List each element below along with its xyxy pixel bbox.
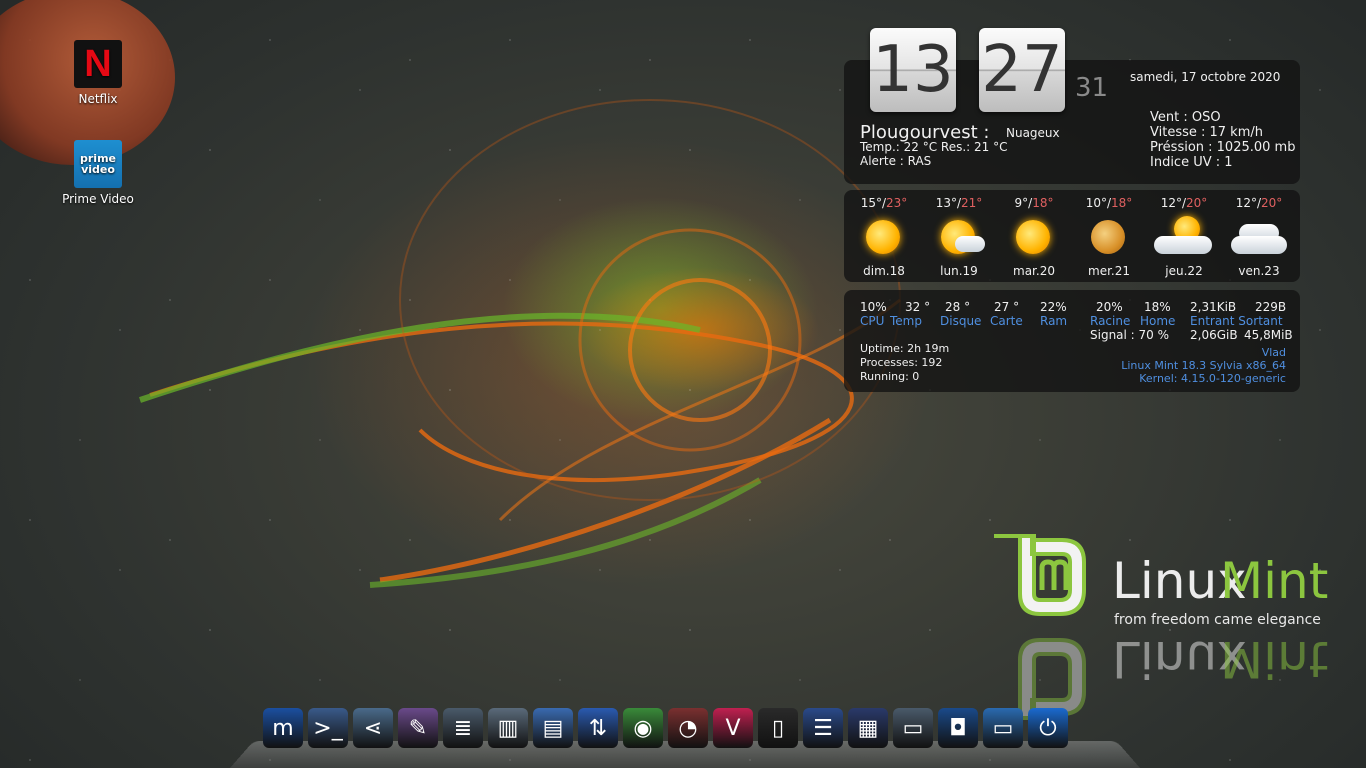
desktop-icon-label: Prime Video <box>62 192 134 206</box>
processes-label: Processes: 192 <box>860 356 943 369</box>
forecast-day: 12°/20° ven.23 <box>1224 196 1294 278</box>
net-in-value: 2,31KiB <box>1190 300 1237 314</box>
root-label: Racine <box>1090 314 1131 328</box>
ram-label: Ram <box>1040 314 1068 328</box>
forecast-day: 13°/21° lun.19 <box>924 196 994 278</box>
condition-label: Nuageux <box>1006 126 1060 140</box>
cloudy-icon <box>1229 214 1289 260</box>
user-label: Vlad <box>1261 346 1286 359</box>
home-value: 18% <box>1144 300 1171 314</box>
network-icon[interactable]: ⇅ <box>578 708 618 748</box>
clock-seconds: 31 <box>1075 73 1109 103</box>
wind-speed-label: Vitesse : 17 km/h <box>1150 125 1263 140</box>
net-label: Entrant Sortant <box>1190 314 1283 328</box>
desktop-icon-netflix[interactable]: N Netflix <box>58 40 138 106</box>
forecast-day: 9°/18° mar.20 <box>999 196 1069 278</box>
forecast-day: 12°/20° jeu.22 <box>1149 196 1219 278</box>
partly-cloudy-icon <box>1154 214 1214 260</box>
brand-tagline: from freedom came elegance <box>1114 612 1321 628</box>
power-icon[interactable]: ⏻ <box>1028 708 1068 748</box>
net-out-value: 229B <box>1255 300 1287 314</box>
system-panel: 10% CPU 32 ° Temp 28 ° Disque 27 ° Carte… <box>844 290 1300 392</box>
clock-hours: 13 <box>870 28 956 112</box>
uptime-label: Uptime: 2h 19m <box>860 342 950 355</box>
hazy-sun-icon <box>1079 214 1139 260</box>
disk-label: Disque <box>940 314 982 328</box>
vivaldi-icon[interactable]: V <box>713 708 753 748</box>
desktop-icon-label: Netflix <box>78 92 118 106</box>
display-icon[interactable]: ▭ <box>983 708 1023 748</box>
sunny-icon <box>1004 214 1064 260</box>
ram-value: 22% <box>1040 300 1067 314</box>
signal-label: Signal : 70 % <box>1090 328 1170 342</box>
files-icon[interactable]: ▥ <box>488 708 528 748</box>
home-label: Home <box>1140 314 1176 328</box>
phone-icon[interactable]: ▯ <box>758 708 798 748</box>
clock-minutes: 27 <box>979 28 1065 112</box>
wind-label: Vent : OSO <box>1150 110 1221 125</box>
server-icon[interactable]: ≣ <box>443 708 483 748</box>
uv-index-label: Indice UV : 1 <box>1150 155 1233 170</box>
share-icon[interactable]: ⋖ <box>353 708 393 748</box>
sunny-icon <box>854 214 914 260</box>
mint-menu-icon[interactable]: m <box>263 708 303 748</box>
forecast-panel: 15°/23° dim.18 13°/21° lun.19 9°/18° mar… <box>844 190 1300 282</box>
disk-value: 28 ° <box>945 300 971 314</box>
prime-video-icon: prime video <box>74 140 122 188</box>
linux-mint-logo-icon <box>994 534 1086 616</box>
distro-label: Linux Mint 18.3 Sylvia x86_64 <box>1121 359 1286 372</box>
root-value: 20% <box>1096 300 1123 314</box>
brand-mint: Mint <box>1220 552 1329 610</box>
kernel-label: Kernel: 4.15.0-120-generic <box>1139 372 1286 385</box>
forecast-day: 15°/23° dim.18 <box>849 196 919 278</box>
cpu-label: CPU <box>860 314 885 328</box>
temp-label: Temp <box>890 314 922 328</box>
chrome-icon[interactable]: ◉ <box>623 708 663 748</box>
running-label: Running: 0 <box>860 370 920 383</box>
camera-icon[interactable]: ◘ <box>938 708 978 748</box>
netflix-icon: N <box>74 40 122 88</box>
app-icon[interactable]: ◔ <box>668 708 708 748</box>
net-total-out: 45,8MiB <box>1244 328 1293 342</box>
temperature-label: Temp.: 22 °C Res.: 21 °C <box>860 140 1008 154</box>
text-editor-icon[interactable]: ✎ <box>398 708 438 748</box>
temp-value: 32 ° <box>905 300 931 314</box>
cpu-value: 10% <box>860 300 887 314</box>
disk-utility-icon[interactable]: ▤ <box>533 708 573 748</box>
card-label: Carte <box>990 314 1023 328</box>
terminal-icon[interactable]: >_ <box>308 708 348 748</box>
card-value: 27 ° <box>994 300 1020 314</box>
sun-cloud-icon <box>929 214 989 260</box>
forecast-day: 10°/18° mer.21 <box>1074 196 1144 278</box>
alert-label: Alerte : RAS <box>860 154 932 168</box>
brand-mint-reflection: Mint <box>1220 630 1329 688</box>
date-label: samedi, 17 octobre 2020 <box>1130 70 1281 84</box>
system-monitor-icon[interactable]: ▭ <box>893 708 933 748</box>
calculator-icon[interactable]: ▦ <box>848 708 888 748</box>
net-total-in: 2,06GiB <box>1190 328 1238 342</box>
desktop-icon-prime-video[interactable]: prime video Prime Video <box>58 140 138 206</box>
notes-icon[interactable]: ☰ <box>803 708 843 748</box>
pressure-label: Préssion : 1025.00 mb <box>1150 140 1296 155</box>
